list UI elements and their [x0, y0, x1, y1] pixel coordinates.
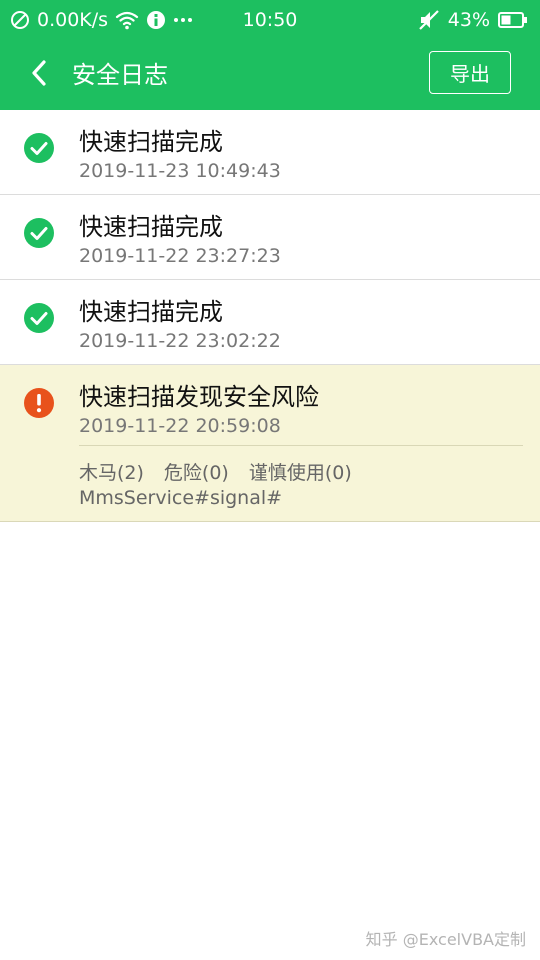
status-left-group: 0.00K/s: [10, 0, 193, 40]
back-button[interactable]: [22, 57, 58, 93]
log-item[interactable]: 快速扫描完成 2019-11-22 23:27:23: [0, 195, 540, 280]
log-time: 2019-11-22 20:59:08: [79, 415, 281, 437]
net-speed: 0.00K/s: [37, 9, 109, 31]
log-title: 快速扫描完成: [79, 128, 223, 156]
usb-debug-icon: [146, 10, 166, 30]
log-title: 快速扫描完成: [79, 298, 223, 326]
log-title: 快速扫描完成: [79, 213, 223, 241]
status-right-group: 43%: [418, 0, 528, 40]
log-time: 2019-11-22 23:02:22: [79, 330, 281, 352]
risk-divider: [79, 445, 523, 446]
log-item[interactable]: 快速扫描完成 2019-11-22 23:02:22: [0, 280, 540, 365]
wifi-icon: [115, 10, 139, 30]
security-log-list: 快速扫描完成 2019-11-23 10:49:43 快速扫描完成 2019-1…: [0, 110, 540, 522]
danger-count: 危险(0): [163, 462, 229, 484]
chevron-left-icon: [29, 59, 51, 91]
export-button[interactable]: 导出: [429, 51, 511, 94]
risk-detail: MmsService#signal#: [79, 487, 283, 509]
battery-percent: 43%: [447, 9, 490, 31]
risk-counts: 木马(2) 危险(0) 谨慎使用(0): [79, 458, 352, 485]
app-header: 安全日志 导出: [0, 40, 540, 110]
check-circle-icon: [23, 302, 55, 334]
log-item-risk[interactable]: 快速扫描发现安全风险 2019-11-22 20:59:08 木马(2) 危险(…: [0, 365, 540, 522]
status-time: 10:50: [242, 9, 298, 31]
caution-count: 谨慎使用(0): [248, 462, 352, 484]
check-circle-icon: [23, 217, 55, 249]
page-title: 安全日志: [72, 61, 168, 89]
trojan-count: 木马(2): [79, 462, 144, 484]
watermark: 知乎 @ExcelVBA定制: [365, 930, 526, 949]
status-bar: 0.00K/s 10:50 43%: [0, 0, 540, 40]
log-item[interactable]: 快速扫描完成 2019-11-23 10:49:43: [0, 110, 540, 195]
battery-icon: [498, 11, 528, 29]
warning-circle-icon: [23, 387, 55, 419]
more-dots-icon: [173, 10, 193, 30]
log-time: 2019-11-22 23:27:23: [79, 245, 281, 267]
log-title: 快速扫描发现安全风险: [79, 383, 319, 411]
check-circle-icon: [23, 132, 55, 164]
mute-icon: [418, 9, 440, 31]
no-sim-icon: [10, 10, 30, 30]
log-time: 2019-11-23 10:49:43: [79, 160, 281, 182]
